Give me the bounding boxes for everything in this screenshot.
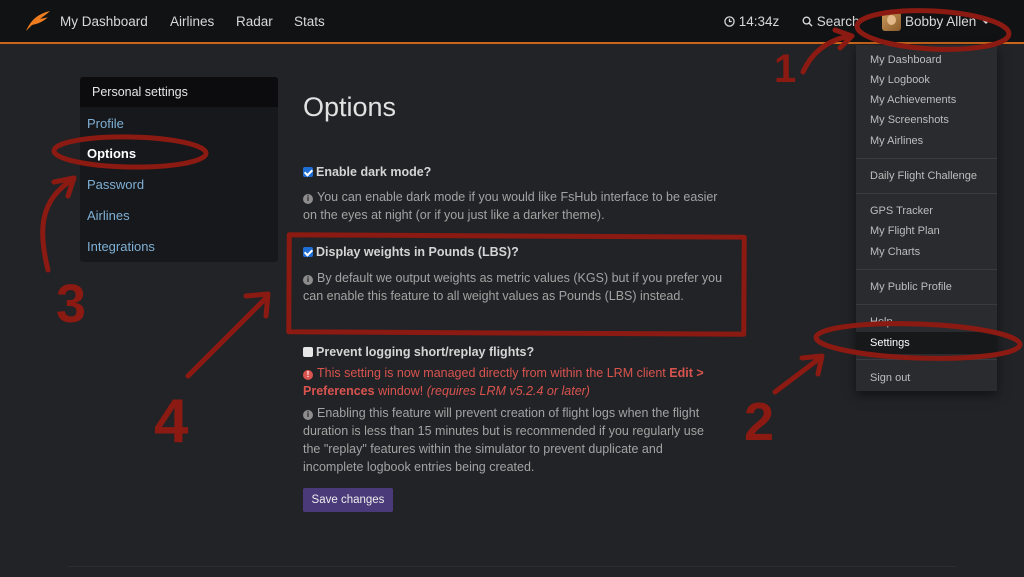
settings-sidebar: Personal settings Profile Options Passwo… xyxy=(80,77,278,262)
pounds-weight-label[interactable]: Display weights in Pounds (LBS)? xyxy=(316,245,519,259)
lrm-managed-warning: ! This setting is now managed directly fr… xyxy=(303,364,743,400)
info-icon: i xyxy=(303,410,313,420)
dropdown-divider xyxy=(856,269,997,270)
dropdown-item-my-charts[interactable]: My Charts xyxy=(870,246,920,258)
pounds-weight-help: i By default we output weights as metric … xyxy=(303,269,733,305)
sidebar-item-airlines[interactable]: Airlines xyxy=(87,208,130,223)
dropdown-item-my-achievements[interactable]: My Achievements xyxy=(870,94,956,106)
dropdown-divider xyxy=(856,359,997,360)
dropdown-item-settings[interactable]: Settings xyxy=(870,337,910,349)
top-navbar: My Dashboard Airlines Radar Stats 14:34z… xyxy=(0,0,1024,44)
user-dropdown-menu: My Dashboard My Logbook My Achievements … xyxy=(856,45,997,391)
prevent-short-flights-help: i Enabling this feature will prevent crea… xyxy=(303,404,713,476)
chevron-down-icon xyxy=(982,20,991,25)
sidebar-item-profile[interactable]: Profile xyxy=(87,116,124,131)
dropdown-item-gps-tracker[interactable]: GPS Tracker xyxy=(870,205,933,217)
save-changes-button[interactable]: Save changes xyxy=(303,488,393,512)
fshub-logo-icon[interactable] xyxy=(24,9,52,33)
prevent-short-flights-help-text: Enabling this feature will prevent creat… xyxy=(303,406,704,474)
warning-version-note: (requires LRM v5.2.4 or later) xyxy=(426,384,590,398)
dropdown-item-my-flight-plan[interactable]: My Flight Plan xyxy=(870,225,940,237)
dropdown-item-my-public-profile[interactable]: My Public Profile xyxy=(870,281,952,293)
prevent-short-flights-label[interactable]: Prevent logging short/replay flights? xyxy=(316,345,534,359)
dropdown-item-my-airlines[interactable]: My Airlines xyxy=(870,135,923,147)
annotation-number-4: 4 xyxy=(154,387,189,456)
sidebar-item-options[interactable]: Options xyxy=(87,146,136,161)
dropdown-item-help[interactable]: Help xyxy=(870,316,893,328)
clock-icon xyxy=(724,16,735,27)
user-name: Bobby Allen xyxy=(905,14,977,29)
annotation-number-3: 3 xyxy=(56,274,86,334)
nav-my-dashboard[interactable]: My Dashboard xyxy=(60,14,148,29)
pounds-weight-help-text: By default we output weights as metric v… xyxy=(303,271,723,303)
search-link[interactable]: Search xyxy=(802,14,860,29)
annotation-arrow-4 xyxy=(185,291,271,379)
search-icon xyxy=(802,16,813,27)
annotation-number-1: 1 xyxy=(774,47,796,91)
avatar[interactable] xyxy=(882,12,901,31)
annotation-arrow-3 xyxy=(40,175,77,273)
dark-mode-label[interactable]: Enable dark mode? xyxy=(316,165,431,179)
nav-airlines[interactable]: Airlines xyxy=(170,14,214,29)
dropdown-divider xyxy=(856,193,997,194)
search-label: Search xyxy=(816,14,860,29)
sidebar-heading: Personal settings xyxy=(80,77,278,107)
pounds-weight-checkbox[interactable] xyxy=(303,247,313,257)
dropdown-item-my-dashboard[interactable]: My Dashboard xyxy=(870,54,942,66)
info-icon: i xyxy=(303,194,313,204)
dropdown-item-sign-out[interactable]: Sign out xyxy=(870,372,910,384)
dropdown-divider xyxy=(856,304,997,305)
dark-mode-help: i You can enable dark mode if you would l… xyxy=(303,188,733,224)
dropdown-divider xyxy=(856,158,997,159)
dropdown-item-my-logbook[interactable]: My Logbook xyxy=(870,74,930,86)
warning-mid: window! xyxy=(378,384,424,398)
annotation-arrow-2 xyxy=(772,353,825,395)
info-icon: i xyxy=(303,275,313,285)
sidebar-heading-label: Personal settings xyxy=(92,85,188,99)
dark-mode-help-text: You can enable dark mode if you would li… xyxy=(303,190,718,222)
page-title: Options xyxy=(303,92,397,122)
dropdown-item-daily-flight-challenge[interactable]: Daily Flight Challenge xyxy=(870,170,977,182)
user-menu-toggle[interactable]: Bobby Allen xyxy=(905,14,991,29)
footer-divider xyxy=(68,566,956,567)
dropdown-item-my-screenshots[interactable]: My Screenshots xyxy=(870,114,949,126)
nav-stats[interactable]: Stats xyxy=(294,14,325,29)
sidebar-item-integrations[interactable]: Integrations xyxy=(87,239,155,254)
nav-radar[interactable]: Radar xyxy=(236,14,273,29)
warning-prefix: This setting is now managed directly fro… xyxy=(317,366,666,380)
clock-time: 14:34z xyxy=(738,14,780,29)
warning-icon: ! xyxy=(303,370,313,380)
prevent-short-flights-checkbox[interactable] xyxy=(303,347,313,357)
sidebar-item-password[interactable]: Password xyxy=(87,177,144,192)
dark-mode-checkbox[interactable] xyxy=(303,167,313,177)
annotation-number-2: 2 xyxy=(744,392,774,452)
utc-clock: 14:34z xyxy=(724,14,779,29)
